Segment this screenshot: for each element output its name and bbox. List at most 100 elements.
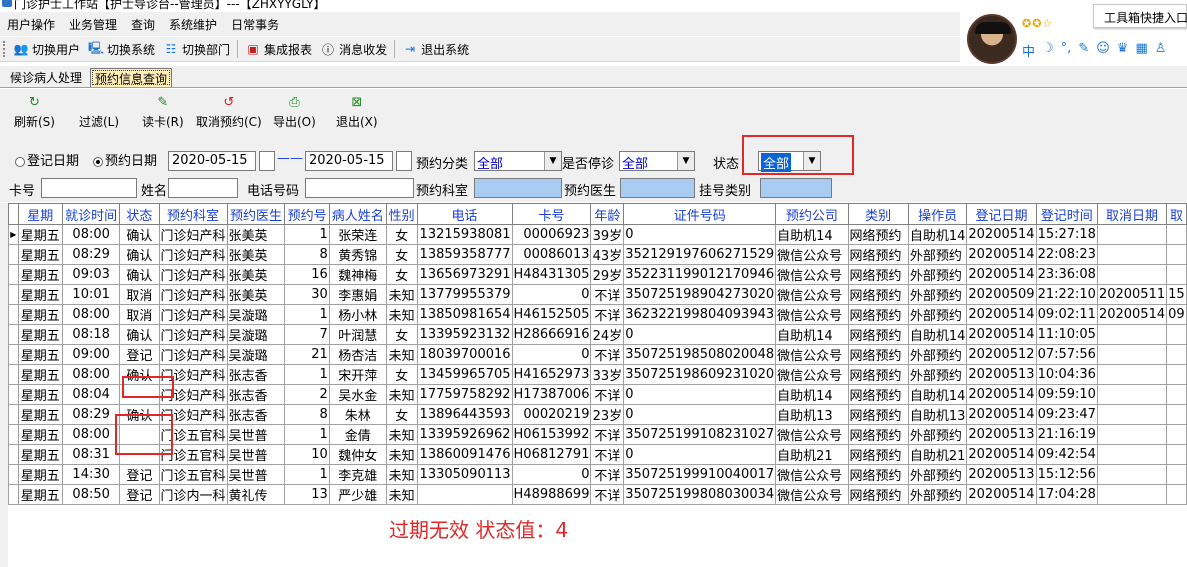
grid-cell[interactable]: 8 [284,404,330,425]
grid-cell[interactable]: 网络预约 [847,364,909,385]
wrench-icon[interactable]: ✎ [1078,41,1089,60]
table-row[interactable]: 星期五 08:50 登记 门诊内一科 黄礼传 13 严少雄 未知 H48988699 不详 3507… [8,484,1187,505]
grid-cell[interactable] [1166,404,1187,425]
grid-cell[interactable]: 20200514 [966,444,1037,465]
grid-cell[interactable]: 金倩 [328,424,387,445]
grid-cell[interactable]: 13850981654 [416,304,513,325]
cancel-booking-button[interactable]: ↺ 取消预约(C) [196,95,262,130]
grid-cell[interactable]: 08:29 [61,404,121,425]
grid-cell[interactable]: H06153992 [511,424,592,445]
table-row[interactable]: 星期五 08:00 取消 门诊妇产科 吴漩璐 1 杨小林 未知 13850981654 H4615… [8,304,1187,325]
menu-user-ops[interactable]: 用户操作 [0,16,62,33]
grid-cell[interactable]: 09:00 [61,344,121,365]
grid-cell[interactable]: 不详 [590,424,625,445]
grid-cell[interactable] [1096,324,1168,345]
grid-cell[interactable]: 1 [284,304,330,325]
appointment-grid[interactable]: 星期 就诊时间 状态 预约科室 预约医生 预约号 病人姓名 性别 电话 卡号 年龄 证件号码 预约公司类… [8,203,1187,567]
grid-cell[interactable]: 不详 [590,304,625,325]
column-header[interactable]: 病人姓名 [328,203,387,225]
grid-cell[interactable]: 星期五 [17,284,63,305]
grid-cell[interactable] [1096,444,1168,465]
grid-cell[interactable]: 魏仲女 [328,444,387,465]
grid-cell[interactable]: 10:01 [61,284,121,305]
grid-cell[interactable]: 网络预约 [847,384,909,405]
grid-cell[interactable]: 00006923 [511,224,592,245]
table-row[interactable]: 星期五 09:03 确认 门诊妇产科 张美英 16 魏神梅女 13656973291 H4843… [8,264,1187,285]
date-from-dropdown[interactable] [259,151,275,171]
name-input[interactable] [168,178,238,198]
grid-cell[interactable]: 杨小林 [328,304,387,325]
table-row[interactable]: 星期五 08:29 确认 门诊妇产科 张美英 8 黄秀锦女 13859358777 000860… [8,244,1187,265]
grid-cell[interactable]: H17387006 [511,384,592,405]
grid-cell[interactable]: 取消 [119,304,160,325]
grid-cell[interactable] [1166,364,1187,385]
grid-cell[interactable]: 星期五 [17,224,63,245]
grid-cell[interactable]: 352129197606271529 [623,244,777,265]
grid-cell[interactable]: 0 [511,284,592,305]
row-indicator[interactable] [8,424,19,445]
grid-cell[interactable]: 网络预约 [847,264,909,285]
column-header[interactable]: 证件号码 [623,203,777,225]
toolbar-grip[interactable] [3,41,6,57]
grid-cell[interactable]: 13859358777 [416,244,513,265]
grid-cell[interactable] [1096,264,1168,285]
grid-cell[interactable]: 未知 [385,444,418,465]
tab-waiting-patients[interactable]: 候诊病人处理 [6,68,86,87]
grid-cell[interactable]: 外部预约 [907,304,968,325]
grid-cell[interactable]: 自助机21 [907,444,968,465]
grid-cell[interactable]: 星期五 [17,424,63,445]
grid-cell[interactable]: 不详 [590,344,625,365]
grid-cell[interactable]: 0 [623,444,777,465]
grid-cell[interactable]: 叶润慧 [328,324,387,345]
grid-cell[interactable]: 门诊妇产科 [158,244,228,265]
grid-cell[interactable]: 1 [284,464,330,485]
grid-cell[interactable]: 门诊妇产科 [158,224,228,245]
dept-input[interactable] [474,178,562,198]
grid-cell[interactable]: H28666916 [511,324,592,345]
grid-cell[interactable]: 20200514 [966,304,1037,325]
column-header[interactable]: 预约科室 [158,203,228,225]
exit-system-button[interactable]: ⇥ 退出系统 [398,41,473,58]
grid-cell[interactable]: 13860091476 [416,444,513,465]
grid-cell[interactable]: 微信公众号 [775,284,849,305]
grid-cell[interactable]: 星期五 [17,244,63,265]
reg-date-radio[interactable]: 登记日期 [15,150,79,169]
grid-cell[interactable]: 自助机13 [907,404,968,425]
grid-cell[interactable]: 0 [623,384,777,405]
grid-cell[interactable]: 微信公众号 [775,424,849,445]
grid-cell[interactable]: 不详 [590,284,625,305]
grid-cell[interactable]: 外部预约 [907,284,968,305]
grid-cell[interactable]: 微信公众号 [775,304,849,325]
table-row[interactable]: 星期五 08:00 门诊五官科 吴世普 1 金倩 未知 13395926962 H0615399… [8,424,1187,445]
grid-cell[interactable]: 张美英 [226,224,286,245]
grid-cell[interactable]: 门诊五官科 [158,464,228,485]
grid-cell[interactable]: 24岁 [590,324,625,345]
row-indicator[interactable] [8,244,19,265]
column-header[interactable]: 预约公司 [775,203,849,225]
grid-cell[interactable]: 确认 [119,264,160,285]
grid-cell[interactable]: 362322199804093943 [623,304,777,325]
column-header[interactable]: 就诊时间 [61,203,121,225]
appt-date-radio[interactable]: 预约日期 [93,150,157,169]
grid-cell[interactable]: 杨杏洁 [328,344,387,365]
grid-cell[interactable]: 确认 [119,224,160,245]
punctuation-icon[interactable]: °, [1061,41,1072,60]
refresh-button[interactable]: ↻ 刷新(S) [14,95,55,130]
grid-cell[interactable]: 自助机14 [907,384,968,405]
grid-cell[interactable]: 08:00 [61,424,121,445]
grid-cell[interactable]: 未知 [385,304,418,325]
column-header[interactable]: 类别 [847,203,909,225]
column-header[interactable]: 性别 [385,203,418,225]
grid-cell[interactable]: 350725198508020048 [623,344,777,365]
row-indicator[interactable] [8,484,19,505]
grid-cell[interactable]: 未知 [385,384,418,405]
grid-cell[interactable]: 宋开萍 [328,364,387,385]
grid-cell[interactable]: H46152505 [511,304,592,325]
grid-cell[interactable]: 星期五 [17,464,63,485]
table-row[interactable]: 星期五 08:29 确认 门诊妇产科 张志香 8 朱林女 13896443593 0002021… [8,404,1187,425]
menu-daily-affairs[interactable]: 日常事务 [224,16,286,33]
export-button[interactable]: ⎙ 导出(O) [273,95,316,130]
grid-cell[interactable]: 08:18 [61,324,121,345]
grid-cell[interactable]: 15:27:18 [1035,224,1098,245]
grid-cell[interactable]: 20200509 [966,284,1037,305]
